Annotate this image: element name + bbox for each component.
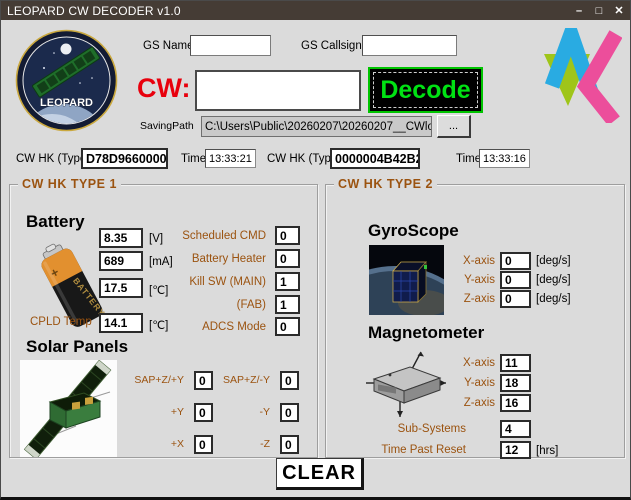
app-window: LEOPARD CW DECODER v1.0 – □ ✕ [0, 0, 631, 500]
gs-name-input[interactable] [190, 35, 271, 56]
cw-label: CW: [137, 73, 191, 104]
savingpath-label: SavingPath [140, 120, 194, 132]
title-bar: LEOPARD CW DECODER v1.0 – □ ✕ [1, 1, 630, 20]
sub-systems-label: Sub-Systems [366, 423, 466, 435]
adcs-mode-value[interactable]: 0 [275, 317, 300, 336]
gyroscope-heading: GyroScope [368, 221, 459, 241]
mag-z-value[interactable]: 16 [500, 394, 531, 412]
sap-zy-minus-label: SAP+Z/-Y [196, 374, 270, 386]
adcs-mode-label: ADCS Mode [130, 321, 266, 333]
kill-sw-fab-label: (FAB) [130, 299, 266, 311]
hk-time2-value[interactable]: 13:33:16 [479, 149, 530, 168]
sap-zy-plus-label: SAP+Z/+Y [110, 374, 184, 386]
gyro-y-value[interactable]: 0 [500, 271, 531, 289]
solar-panels-heading: Solar Panels [26, 337, 128, 357]
cpld-temp-label: CPLD Temp [30, 316, 92, 328]
sap-mz-value[interactable]: 0 [280, 435, 299, 454]
gs-callsign-label: GS Callsign [301, 40, 362, 52]
leopard-mission-patch: LEOPARD [14, 28, 119, 133]
mag-x-label: X-axis [415, 357, 495, 369]
time-past-reset-value[interactable]: 12 [500, 441, 531, 459]
mag-z-label: Z-axis [415, 397, 495, 409]
sap-mz-label: -Z [196, 438, 270, 450]
gyro-z-unit: [deg/s] [536, 293, 571, 305]
group-title-type2: CW HK TYPE 2 [334, 177, 437, 191]
gyro-z-label: Z-axis [415, 293, 495, 305]
mag-y-label: Y-axis [415, 377, 495, 389]
minimize-icon[interactable]: – [572, 5, 586, 17]
gs-callsign-input[interactable] [362, 35, 457, 56]
mag-y-value[interactable]: 18 [500, 374, 531, 392]
sap-py-label: +Y [110, 406, 184, 418]
group-cw-hk-type2: CW HK TYPE 2 GyroScope X-axis 0 [de [325, 184, 625, 458]
savingpath-value[interactable]: C:\Users\Public\20260207\20260207__CWlog… [201, 116, 432, 137]
sap-zy-minus-value[interactable]: 0 [280, 371, 299, 390]
gyro-x-label: X-axis [415, 255, 495, 267]
patch-text: LEOPARD [40, 97, 93, 109]
clear-button[interactable]: CLEAR [276, 458, 364, 490]
hk-time1-value[interactable]: 13:33:21 [205, 149, 256, 168]
magnetometer-heading: Magnetometer [368, 323, 484, 343]
scheduled-cmd-value[interactable]: 0 [275, 226, 300, 245]
sub-systems-value[interactable]: 4 [500, 420, 531, 438]
group-title-type1: CW HK TYPE 1 [18, 177, 121, 191]
sap-my-value[interactable]: 0 [280, 403, 299, 422]
maximize-icon[interactable]: □ [592, 5, 606, 17]
sap-my-label: -Y [196, 406, 270, 418]
hk-type2-value[interactable]: 0000004B42B2 [330, 148, 420, 169]
scheduled-cmd-label: Scheduled CMD [130, 230, 266, 242]
decode-button[interactable]: Decode [368, 67, 483, 113]
battery-heading: Battery [26, 212, 85, 232]
time-past-reset-label: Time Past Reset [346, 444, 466, 456]
mag-x-value[interactable]: 11 [500, 354, 531, 372]
group-cw-hk-type1: CW HK TYPE 1 Battery + BATTERY 8.35 [V] … [9, 184, 318, 458]
hk-type1-value[interactable]: D78D96600006 [81, 148, 168, 169]
time-past-reset-unit: [hrs] [536, 445, 558, 457]
kill-sw-fab-value[interactable]: 1 [275, 295, 300, 314]
kill-sw-main-value[interactable]: 1 [275, 272, 300, 291]
close-icon[interactable]: ✕ [612, 4, 626, 17]
cw-input[interactable] [195, 70, 361, 111]
battery-heater-label: Battery Heater [130, 253, 266, 265]
gyro-x-value[interactable]: 0 [500, 252, 531, 270]
gyro-y-unit: [deg/s] [536, 274, 571, 286]
solar-panel-satellite-image [20, 360, 117, 457]
browse-button[interactable]: ... [437, 115, 471, 138]
university-logo-icon [544, 28, 622, 123]
gyro-x-unit: [deg/s] [536, 255, 571, 267]
gyro-y-label: Y-axis [415, 274, 495, 286]
window-title: LEOPARD CW DECODER v1.0 [1, 4, 181, 18]
kill-sw-main-label: Kill SW (MAIN) [130, 276, 266, 288]
gyro-z-value[interactable]: 0 [500, 290, 531, 308]
sap-px-label: +X [110, 438, 184, 450]
battery-heater-value[interactable]: 0 [275, 249, 300, 268]
gs-name-label: GS Name [143, 40, 194, 52]
